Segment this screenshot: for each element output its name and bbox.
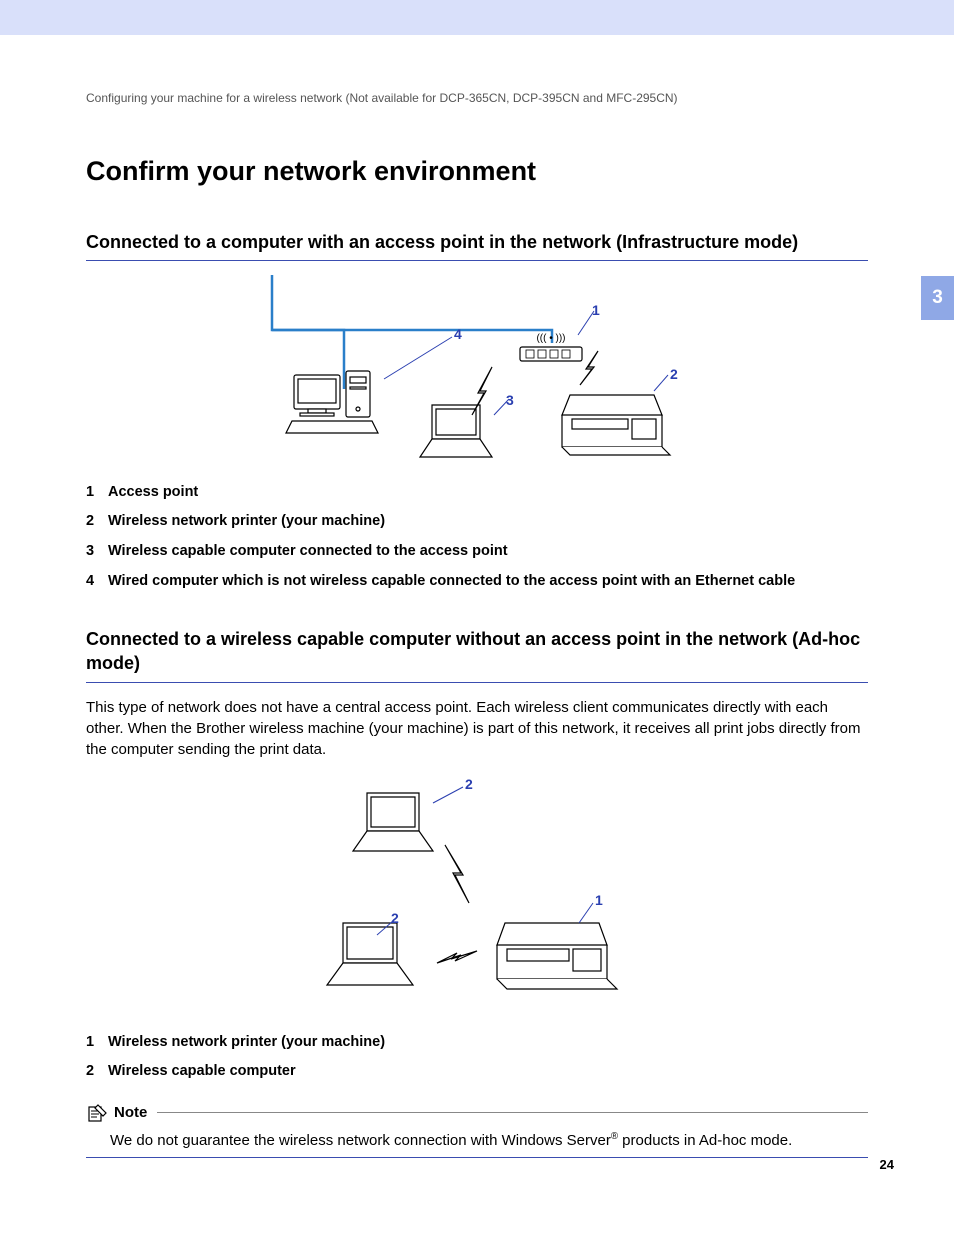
- svg-text:((( • ))): ((( • ))): [536, 333, 565, 344]
- fig1-callout-2: 2: [670, 366, 678, 382]
- figure-infrastructure: ((( • ))): [86, 275, 868, 465]
- note-body: We do not guarantee the wireless network…: [110, 1130, 868, 1151]
- section1-heading: Connected to a computer with an access p…: [86, 230, 868, 254]
- fig1-callout-4: 4: [454, 326, 462, 342]
- fig1-callout-3: 3: [506, 392, 514, 408]
- note-icon: [86, 1102, 108, 1124]
- section2-paragraph: This type of network does not have a cen…: [86, 697, 868, 761]
- note-header: Note: [86, 1102, 868, 1124]
- note-bottom-rule: [86, 1157, 868, 1158]
- page-number: 24: [880, 1156, 894, 1174]
- figure-adhoc: 2 2 1: [86, 775, 868, 1015]
- top-accent-bar: [0, 0, 954, 35]
- chapter-tab: 3: [921, 276, 954, 320]
- fig2-callout-2b: 2: [391, 910, 399, 926]
- note-label: Note: [114, 1103, 147, 1123]
- page-title: Confirm your network environment: [86, 153, 868, 189]
- section2-heading: Connected to a wireless capable computer…: [86, 627, 868, 676]
- section1-rule: [86, 260, 868, 261]
- fig2-callout-2a: 2: [465, 776, 473, 792]
- fig2-callout-1: 1: [595, 892, 603, 908]
- note-header-line: [157, 1112, 868, 1113]
- legend-adhoc: 1Wireless network printer (your machine)…: [86, 1033, 868, 1082]
- fig1-callout-1: 1: [592, 302, 600, 318]
- legend-infrastructure: 1Access point 2Wireless network printer …: [86, 483, 868, 591]
- section2-rule: [86, 682, 868, 683]
- breadcrumb: Configuring your machine for a wireless …: [86, 90, 868, 106]
